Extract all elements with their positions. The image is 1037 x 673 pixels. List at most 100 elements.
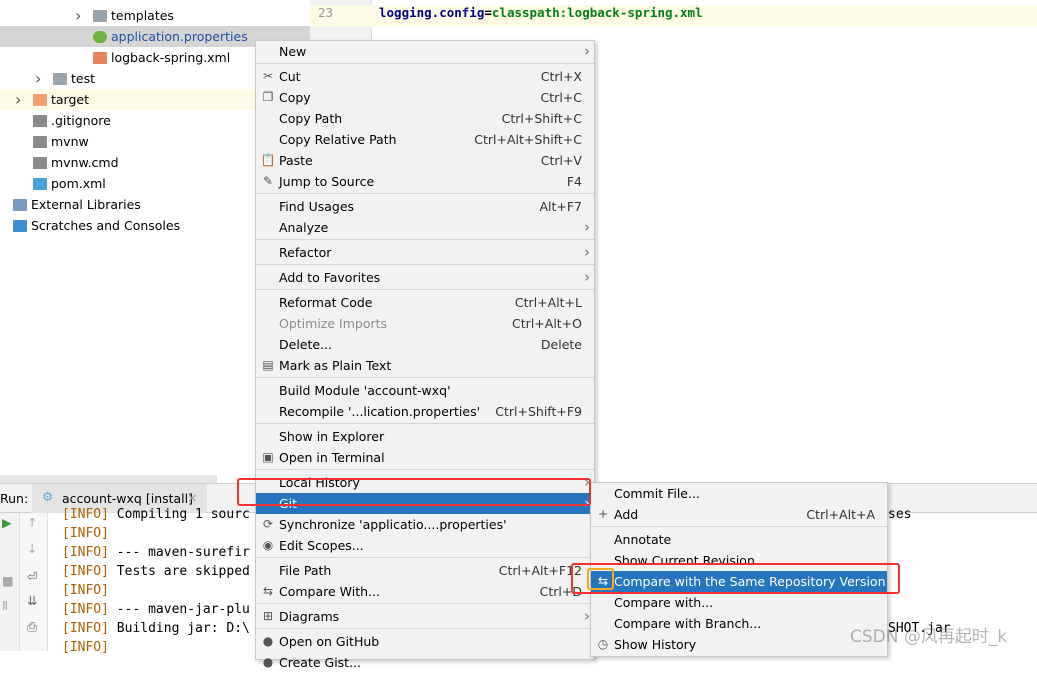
console-text: Tests are skipped <box>108 564 250 579</box>
scroll-to-end-icon[interactable]: ⇊ <box>27 593 37 608</box>
console-line: [INFO] Building jar: D:\ <box>62 619 250 638</box>
menu-item-shortcut: Ctrl+C <box>540 90 582 105</box>
chevron-right-icon[interactable]: › <box>75 5 81 26</box>
menu-item-compare-with[interactable]: Compare with... <box>591 592 887 613</box>
scissors-icon: ✂ <box>262 69 274 83</box>
menu-item-annotate[interactable]: Annotate <box>591 529 887 550</box>
menu-item-commit-file[interactable]: Commit File... <box>591 483 887 504</box>
menu-item-create-gist[interactable]: ● Create Gist... <box>256 652 594 673</box>
menu-item-edit-scopes[interactable]: ◉ Edit Scopes... <box>256 535 594 556</box>
menu-item-label: Synchronize 'applicatio....properties' <box>279 517 507 532</box>
menu-item-compare-with-branch[interactable]: Compare with Branch... <box>591 613 887 634</box>
tree-item-label: application.properties <box>111 29 248 44</box>
watermark: CSDN @风再起时_k <box>850 627 1008 647</box>
menu-item-open-on-github[interactable]: ● Open on GitHub <box>256 631 594 652</box>
menu-item-label: Show in Explorer <box>279 429 385 444</box>
menu-item-add[interactable]: + Add Ctrl+Alt+A <box>591 504 887 525</box>
plus-icon: + <box>597 507 609 521</box>
menu-item-build-module-account-wxq[interactable]: Build Module 'account-wxq' <box>256 380 594 401</box>
menu-item-label: Cut <box>279 69 301 84</box>
menu-item-find-usages[interactable]: Find Usages Alt+F7 <box>256 196 594 217</box>
console-line: [INFO] Compiling 1 sourc <box>62 505 250 524</box>
tree-item[interactable]: › templates <box>0 5 310 26</box>
console-tag: [INFO] <box>62 564 109 579</box>
code-line[interactable]: logging.config=classpath:logback-spring.… <box>379 5 703 20</box>
run-left-toolbar: ▶ ■ Ⅱ <box>0 513 20 651</box>
menu-item-label: Mark as Plain Text <box>279 358 392 373</box>
menu-item-compare-with[interactable]: ⇆ Compare With... Ctrl+D <box>256 581 594 602</box>
menu-item-show-history[interactable]: ◷ Show History <box>591 634 887 655</box>
menu-item-recompile-lication-properties[interactable]: Recompile '...lication.properties' Ctrl+S… <box>256 401 594 422</box>
compare-icon: ⇆ <box>262 584 274 598</box>
library-icon <box>13 199 27 211</box>
print-icon[interactable]: ⎙ <box>27 619 37 635</box>
menu-item-add-to-favorites[interactable]: Add to Favorites › <box>256 267 594 288</box>
pause-icon[interactable]: Ⅱ <box>2 598 8 613</box>
menu-item-shortcut: Ctrl+Alt+O <box>512 316 582 331</box>
menu-item-show-in-explorer[interactable]: Show in Explorer <box>256 426 594 447</box>
orange-folder-icon <box>33 94 47 106</box>
chevron-right-icon: › <box>584 42 590 60</box>
menu-item-cut[interactable]: ✂ Cut Ctrl+X <box>256 66 594 87</box>
menu-item-label: Create Gist... <box>279 655 362 670</box>
menu-item-open-in-terminal[interactable]: ▣ Open in Terminal <box>256 447 594 468</box>
tree-item[interactable]: › target <box>0 89 255 110</box>
menu-item-copy-relative-path[interactable]: Copy Relative Path Ctrl+Alt+Shift+C <box>256 129 594 150</box>
chevron-right-icon[interactable]: › <box>35 68 41 89</box>
xml-file-icon <box>93 52 107 64</box>
menu-item-refactor[interactable]: Refactor › <box>256 242 594 263</box>
text-file-icon <box>33 157 47 169</box>
menu-item-mark-as-plain-text[interactable]: ▤ Mark as Plain Text <box>256 355 594 376</box>
scrollbar[interactable] <box>0 475 217 483</box>
menu-item-label: Add to Favorites <box>279 270 381 285</box>
menu-item-shortcut: Ctrl+Shift+C <box>501 111 582 126</box>
menu-item-delete[interactable]: Delete... Delete <box>256 334 594 355</box>
menu-item-copy-path[interactable]: Copy Path Ctrl+Shift+C <box>256 108 594 129</box>
menu-item-label: Open in Terminal <box>279 450 385 465</box>
menu-item-label: Find Usages <box>279 199 355 214</box>
menu-item-shortcut: Ctrl+X <box>540 69 582 84</box>
menu-item-label: Open on GitHub <box>279 634 380 649</box>
menu-item-new[interactable]: New › <box>256 41 594 62</box>
property-value: classpath:logback-spring.xml <box>491 5 703 20</box>
chevron-right-icon: › <box>584 268 590 286</box>
stop-icon[interactable]: ■ <box>2 573 14 588</box>
menu-item-label: Recompile '...lication.properties' <box>279 404 481 419</box>
soft-wrap-icon[interactable]: ⏎ <box>27 569 37 584</box>
menu-item-shortcut: F4 <box>566 174 582 189</box>
menu-item-label: Compare with... <box>614 595 714 610</box>
menu-item-optimize-imports[interactable]: Optimize Imports Ctrl+Alt+O <box>256 313 594 334</box>
menu-item-copy[interactable]: ❐ Copy Ctrl+C <box>256 87 594 108</box>
spring-properties-icon <box>93 31 107 43</box>
tree-item-label: mvnw.cmd <box>51 155 119 170</box>
menu-item-paste[interactable]: 📋 Paste Ctrl+V <box>256 150 594 171</box>
github-icon: ● <box>262 634 274 648</box>
chevron-right-icon[interactable]: › <box>15 89 21 110</box>
down-arrow-icon[interactable]: ↓ <box>27 541 37 556</box>
property-key: logging.config <box>379 5 485 20</box>
highlight-box-git <box>237 478 591 506</box>
console-output[interactable]: [INFO] Compiling 1 sourc [INFO] [INFO] ---… <box>62 505 250 657</box>
folder-icon <box>53 73 67 85</box>
clipboard-icon: 📋 <box>260 153 276 167</box>
menu-item-diagrams[interactable]: ⊞ Diagrams › <box>256 606 594 627</box>
menu-item-label: Annotate <box>614 532 672 547</box>
menu-item-file-path[interactable]: File Path Ctrl+Alt+F12 <box>256 560 594 581</box>
copy-icon: ❐ <box>262 90 274 104</box>
scope-icon: ◉ <box>262 538 274 552</box>
tree-item-label: target <box>51 92 90 107</box>
menu-item-label: Copy Relative Path <box>279 132 397 147</box>
menu-item-analyze[interactable]: Analyze › <box>256 217 594 238</box>
up-arrow-icon[interactable]: ↑ <box>27 515 37 530</box>
menu-item-shortcut: Ctrl+V <box>540 153 582 168</box>
close-icon[interactable]: × <box>187 490 197 505</box>
tree-item-label: logback-spring.xml <box>111 50 231 65</box>
scratches-icon <box>13 220 27 232</box>
menu-item-reformat-code[interactable]: Reformat Code Ctrl+Alt+L <box>256 292 594 313</box>
menu-item-synchronize-applicatio-properties[interactable]: ⟳ Synchronize 'applicatio....properties' <box>256 514 594 535</box>
menu-item-jump-to-source[interactable]: ✎ Jump to Source F4 <box>256 171 594 192</box>
menu-item-label: Analyze <box>279 220 329 235</box>
run-icon[interactable]: ▶ <box>2 515 12 530</box>
console-text: Compiling 1 sourc <box>108 507 250 522</box>
menu-item-label: Copy <box>279 90 311 105</box>
